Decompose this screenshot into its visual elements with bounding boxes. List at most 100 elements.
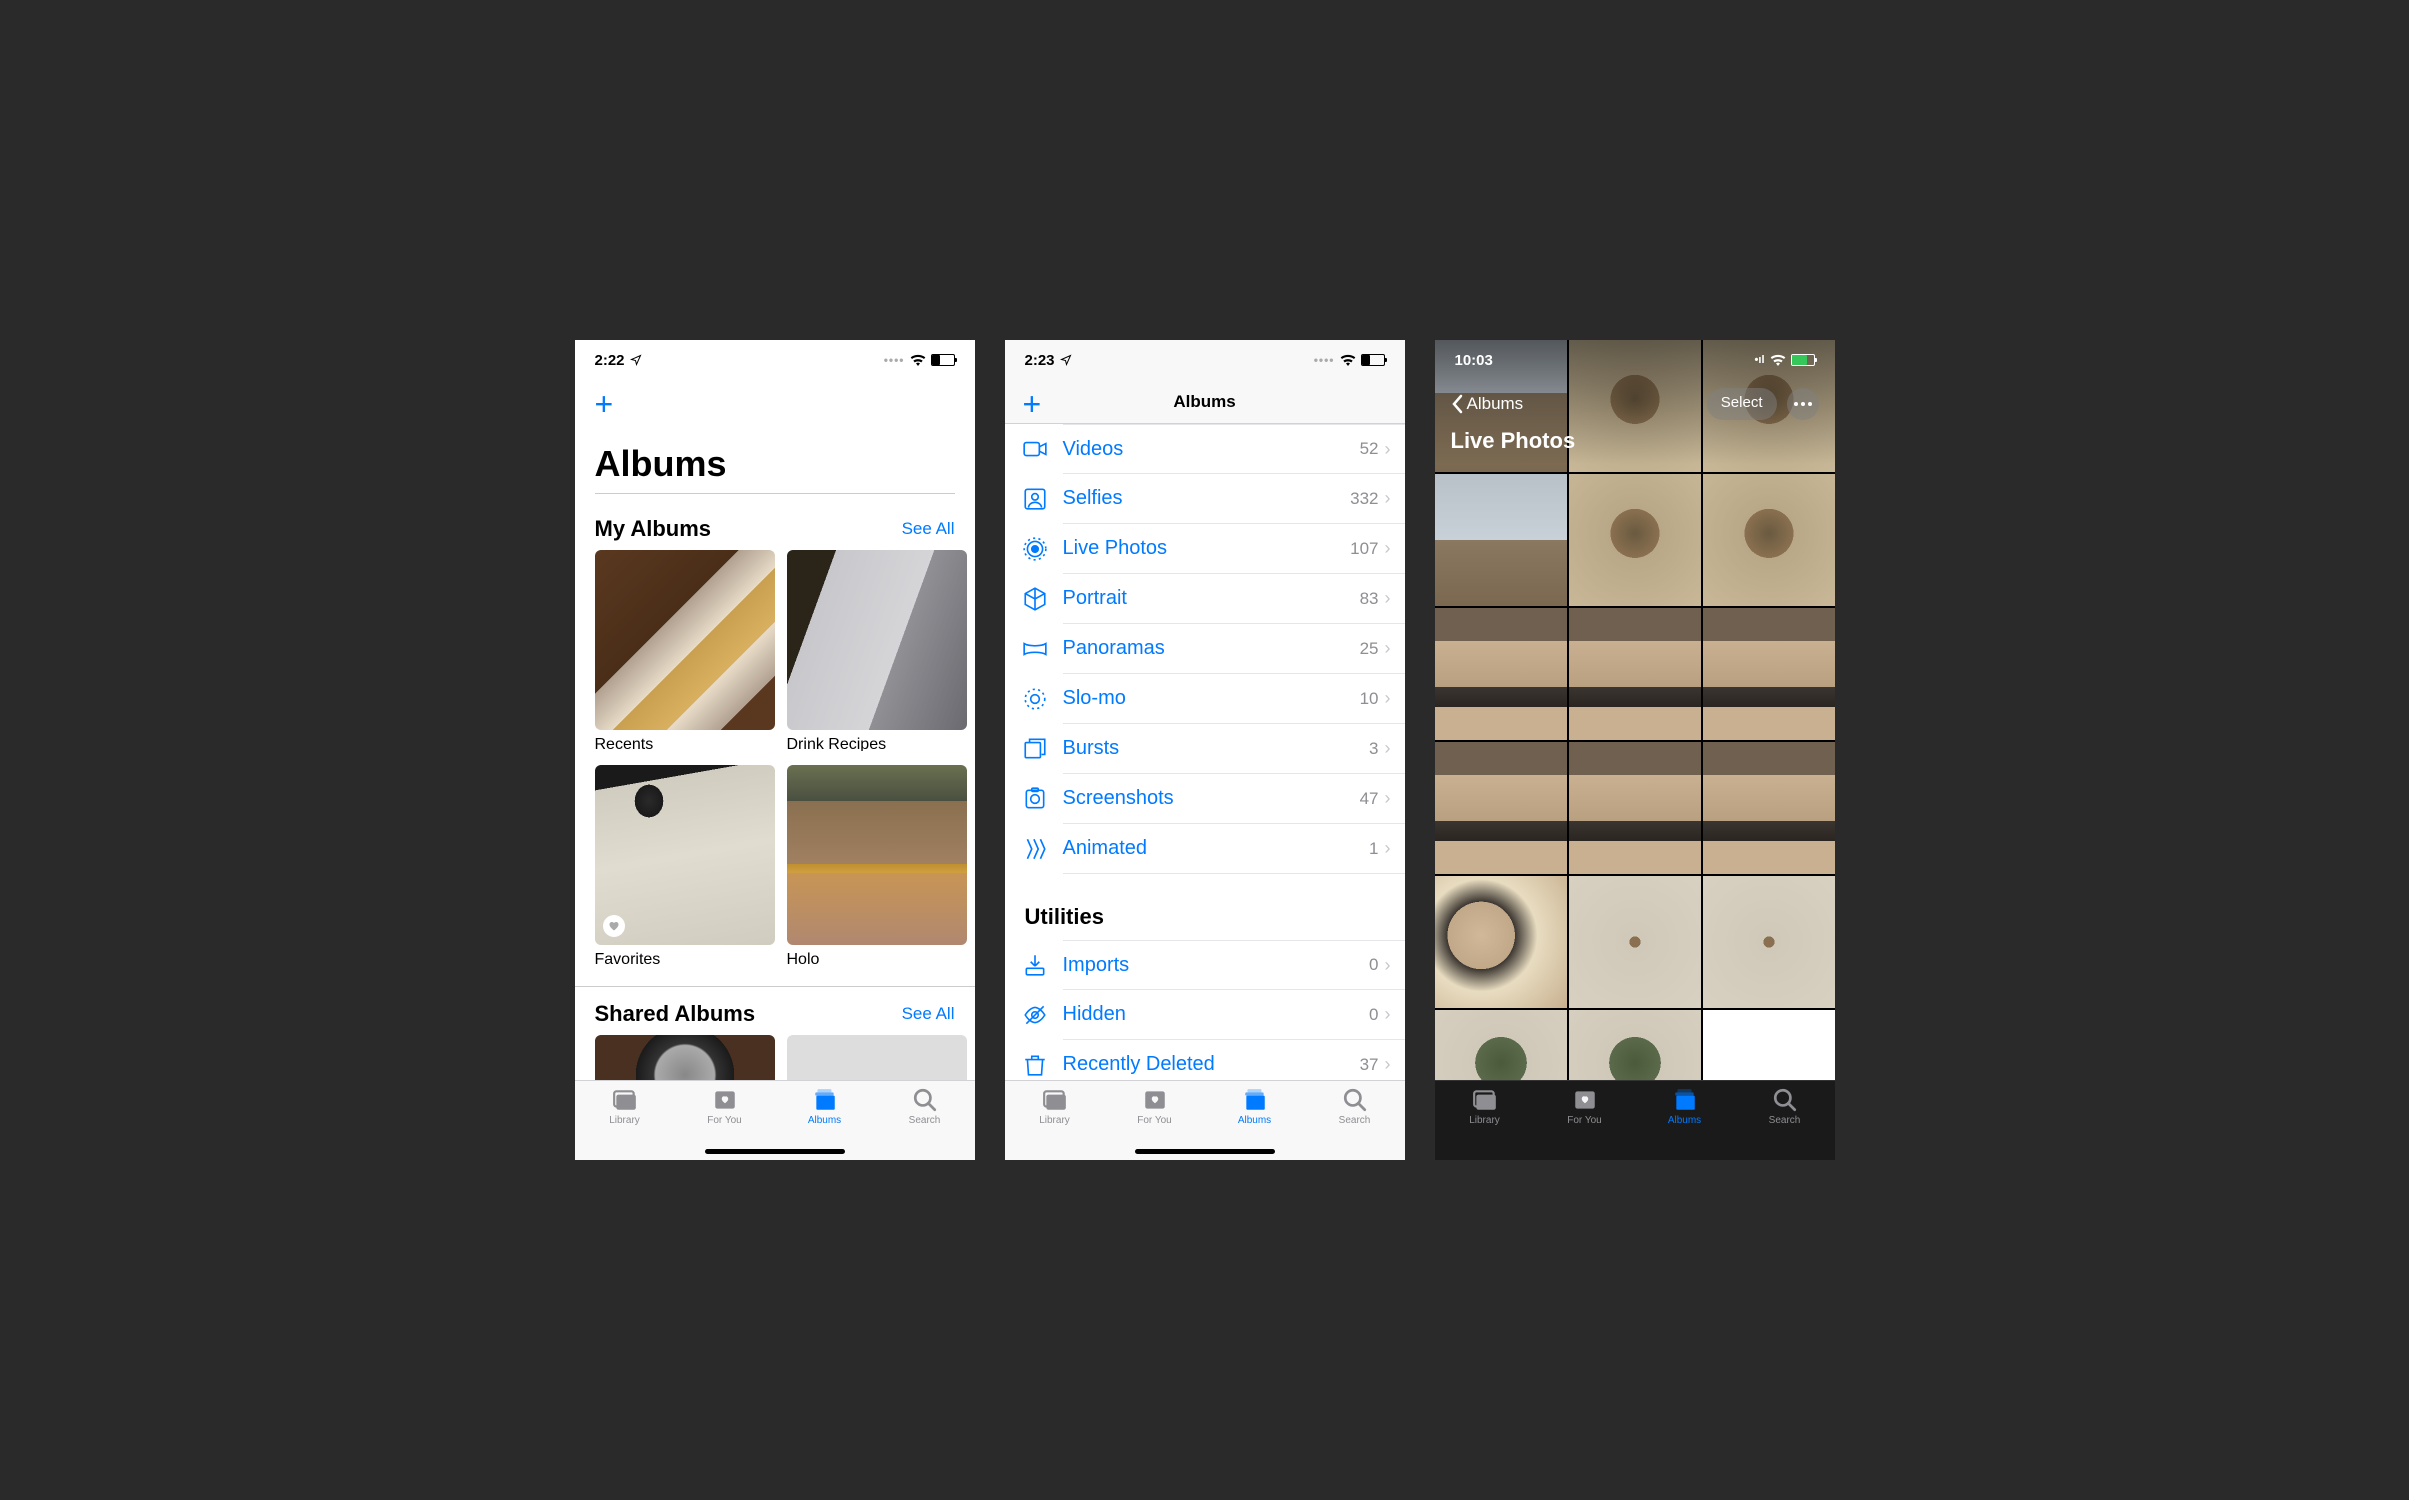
photo-thumbnail[interactable] [1435, 1010, 1567, 1080]
see-all-my-albums[interactable]: See All [902, 519, 955, 539]
album-item[interactable] [787, 1035, 967, 1080]
media-type-row[interactable]: Recently Deleted 37 › [1063, 1040, 1405, 1080]
photo-thumbnail[interactable] [1435, 608, 1567, 740]
live-icon [1021, 535, 1049, 563]
home-indicator[interactable] [1135, 1149, 1275, 1154]
see-all-shared-albums[interactable]: See All [902, 1004, 955, 1024]
media-type-row[interactable]: Live Photos 107 › [1063, 524, 1405, 574]
location-icon [630, 354, 642, 366]
media-type-row[interactable]: Animated 1 › [1063, 824, 1405, 874]
select-button[interactable]: Select [1707, 388, 1777, 420]
media-type-row[interactable]: Bursts 3 › [1063, 724, 1405, 774]
chevron-right-icon: › [1385, 788, 1391, 809]
photo-thumbnail[interactable] [1703, 742, 1835, 874]
utilities-heading: Utilities [1005, 874, 1405, 940]
album-item[interactable]: Favorites 3 [595, 765, 775, 966]
media-type-row[interactable]: Hidden 0 › [1063, 990, 1405, 1040]
tab-library[interactable]: Library [1435, 1087, 1535, 1160]
home-indicator[interactable] [705, 1149, 845, 1154]
add-album-button[interactable]: + [1023, 388, 1042, 420]
photo-thumbnail[interactable] [1569, 742, 1701, 874]
photo-thumbnail[interactable] [1703, 1010, 1835, 1080]
media-type-row[interactable]: Imports 0 › [1063, 940, 1405, 990]
album-thumbnail [787, 1035, 967, 1080]
album-item[interactable] [595, 1035, 775, 1080]
cube-icon [1021, 585, 1049, 613]
nav-bar: + Albums [1005, 380, 1405, 424]
media-type-row[interactable]: Slo-mo 10 › [1063, 674, 1405, 724]
more-button[interactable] [1787, 388, 1819, 420]
back-button[interactable]: Albums [1451, 394, 1524, 414]
import-icon [1021, 951, 1049, 979]
media-type-row[interactable]: Selfies 332 › [1063, 474, 1405, 524]
album-item[interactable]: Recents 4,593 [595, 550, 775, 751]
status-bar: 2:22 •••• [575, 340, 975, 380]
row-label: Screenshots [1063, 787, 1360, 810]
tab-label: Library [1039, 1115, 1070, 1126]
photo-thumbnail[interactable] [1703, 876, 1835, 1008]
nav-title: Albums [1173, 392, 1235, 412]
chevron-right-icon: › [1385, 838, 1391, 859]
chevron-right-icon: › [1385, 955, 1391, 976]
media-type-row[interactable]: Portrait 83 › [1063, 574, 1405, 624]
tab-label: Albums [1668, 1115, 1701, 1126]
row-count: 52 [1360, 439, 1379, 459]
photo-thumbnail[interactable] [1569, 876, 1701, 1008]
media-type-row[interactable]: Panoramas 25 › [1063, 624, 1405, 674]
chevron-right-icon: › [1385, 738, 1391, 759]
tab-for-you[interactable]: For You [1535, 1087, 1635, 1160]
media-types-screen: 2:23 •••• + Albums Videos 52 › Selfies 3… [1005, 340, 1405, 1160]
albums-icon [811, 1087, 839, 1113]
photo-thumbnail[interactable] [1703, 474, 1835, 606]
photo-thumbnail[interactable] [1435, 876, 1567, 1008]
search-icon [1771, 1087, 1799, 1113]
album-thumbnail [595, 1035, 775, 1080]
row-label: Imports [1063, 954, 1370, 977]
tab-bar: Library For You Albums Search [1435, 1080, 1835, 1160]
album-item[interactable]: Drink Recipes 19 [787, 550, 967, 751]
tab-label: Search [1339, 1115, 1371, 1126]
search-icon [911, 1087, 939, 1113]
my-albums-heading: My Albums [595, 516, 712, 542]
albums-icon [1671, 1087, 1699, 1113]
status-time: 2:23 [1025, 352, 1055, 369]
media-type-row[interactable]: Screenshots 47 › [1063, 774, 1405, 824]
screenshot-icon [1021, 785, 1049, 813]
chevron-right-icon: › [1385, 1004, 1391, 1025]
status-time: 2:22 [595, 352, 625, 369]
tab-search[interactable]: Search [875, 1087, 975, 1160]
tab-search[interactable]: Search [1305, 1087, 1405, 1160]
media-type-row[interactable]: Videos 52 › [1063, 424, 1405, 474]
tab-label: For You [1567, 1115, 1601, 1126]
tab-library[interactable]: Library [1005, 1087, 1105, 1160]
album-title: Drink Recipes [787, 736, 967, 751]
tab-albums[interactable]: Albums [1635, 1087, 1735, 1160]
tab-label: Search [909, 1115, 941, 1126]
photo-thumbnail[interactable] [1569, 474, 1701, 606]
foryou-icon [711, 1087, 739, 1113]
row-label: Recently Deleted [1063, 1053, 1360, 1076]
chevron-right-icon: › [1385, 488, 1391, 509]
hidden-icon [1021, 1001, 1049, 1029]
photo-thumbnail[interactable] [1569, 1010, 1701, 1080]
row-label: Animated [1063, 837, 1370, 860]
chevron-right-icon: › [1385, 588, 1391, 609]
album-title: Holo [787, 951, 967, 966]
row-label: Selfies [1063, 487, 1351, 510]
row-count: 0 [1369, 1005, 1378, 1025]
row-label: Panoramas [1063, 637, 1360, 660]
photo-thumbnail[interactable] [1703, 608, 1835, 740]
battery-icon [1791, 354, 1815, 366]
row-label: Videos [1063, 438, 1360, 461]
photo-thumbnail[interactable] [1435, 742, 1567, 874]
albums-icon [1241, 1087, 1269, 1113]
photo-thumbnail[interactable] [1569, 608, 1701, 740]
tab-search[interactable]: Search [1735, 1087, 1835, 1160]
tab-library[interactable]: Library [575, 1087, 675, 1160]
status-time: 10:03 [1455, 352, 1493, 369]
photo-thumbnail[interactable] [1435, 474, 1567, 606]
album-thumbnail [595, 765, 775, 945]
add-album-button[interactable]: + [595, 380, 955, 428]
row-count: 83 [1360, 589, 1379, 609]
album-item[interactable]: Holo 2 [787, 765, 967, 966]
